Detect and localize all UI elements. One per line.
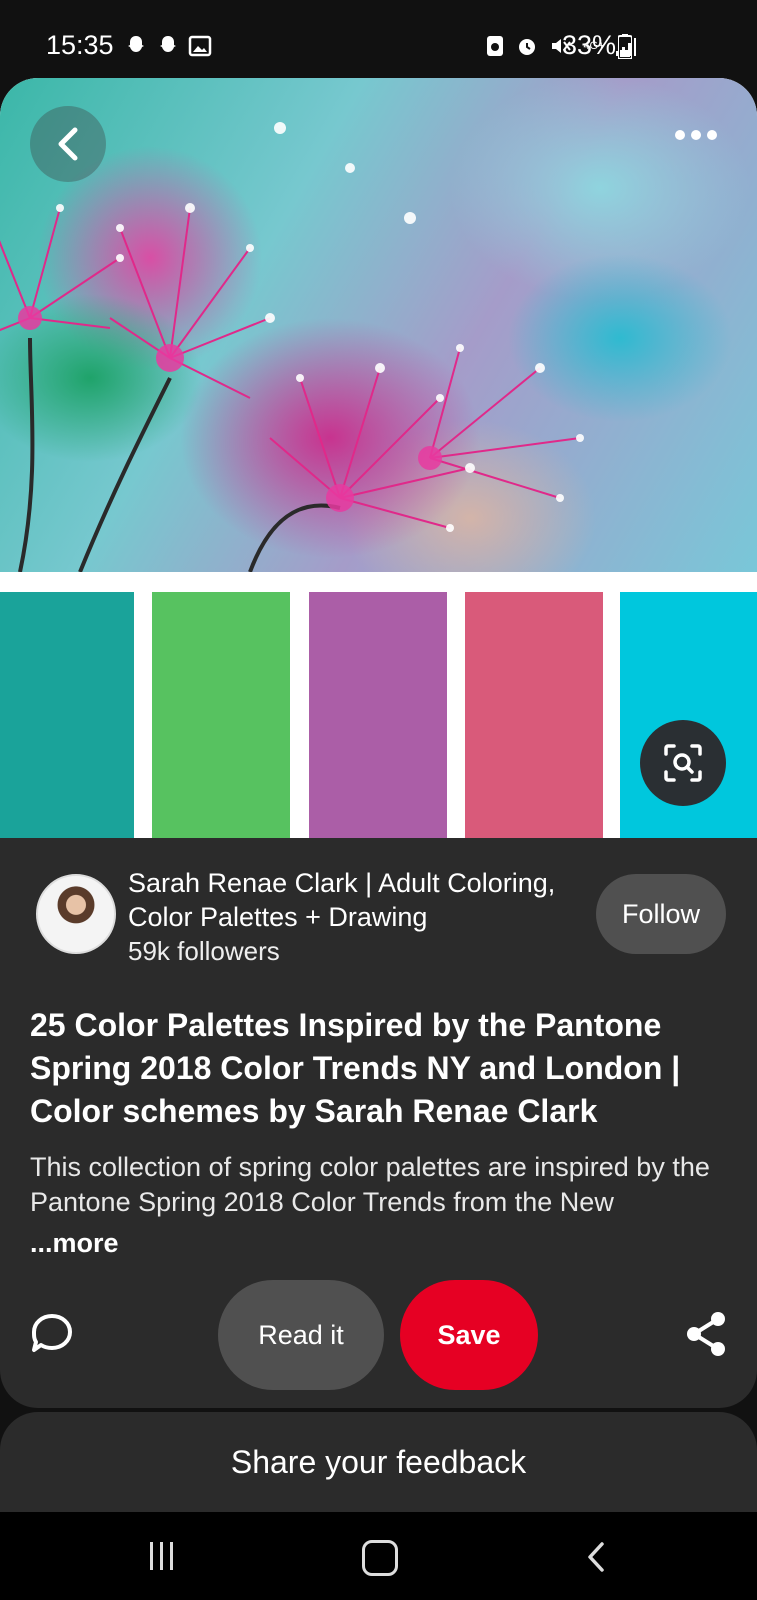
palette-swatch [152, 592, 290, 838]
palette-swatch [465, 592, 603, 838]
palette-swatch [309, 592, 447, 838]
snapchat-icon [128, 36, 144, 52]
chevron-left-icon [58, 127, 78, 161]
battery-icon [618, 34, 632, 59]
more-link[interactable]: ...more [30, 1228, 119, 1259]
status-time: 15:35 [46, 30, 114, 60]
pin-card: Sarah Renae Clark | Adult Coloring, Colo… [0, 78, 757, 1408]
back-button[interactable] [30, 106, 106, 182]
pin-image[interactable] [0, 78, 757, 838]
read-it-button[interactable]: Read it [218, 1280, 384, 1390]
save-button[interactable]: Save [400, 1280, 538, 1390]
follower-count: 59k followers [128, 936, 280, 966]
visual-search-icon [664, 744, 702, 782]
more-dots-icon [675, 130, 685, 140]
pin-description: This collection of spring color palettes… [30, 1152, 710, 1217]
recents-icon [170, 1542, 173, 1570]
more-dots-icon [707, 130, 717, 140]
avatar[interactable] [36, 874, 116, 954]
color-palette [0, 592, 757, 838]
share-feedback-button[interactable]: Share your feedback [0, 1412, 757, 1512]
system-back-button[interactable] [582, 1540, 610, 1574]
recents-icon [160, 1542, 163, 1570]
sim-icon [487, 36, 503, 56]
dandelion-illustration [0, 122, 584, 573]
creator-name[interactable]: Sarah Renae Clark | Adult Coloring, Colo… [128, 866, 588, 934]
pin-title: 25 Color Palettes Inspired by the Panton… [30, 1007, 681, 1129]
visual-search-button[interactable] [640, 720, 726, 806]
image-icon [188, 35, 212, 57]
share-icon[interactable] [684, 1310, 728, 1358]
alarm-icon [519, 39, 535, 55]
recents-icon [150, 1542, 153, 1570]
battery-percent: 33% [562, 30, 617, 60]
more-options-button[interactable] [675, 130, 717, 140]
pin-photo [0, 78, 757, 573]
palette-swatch [0, 592, 134, 838]
follow-button[interactable]: Follow [596, 874, 726, 954]
snapchat-icon [160, 36, 176, 52]
comment-icon[interactable] [28, 1310, 76, 1358]
recents-button[interactable] [150, 1542, 173, 1570]
status-left-icons [124, 34, 212, 58]
creator-row: Sarah Renae Clark | Adult Coloring, Colo… [36, 866, 726, 976]
more-dots-icon [691, 130, 701, 140]
home-button[interactable] [362, 1540, 398, 1576]
system-nav-bar [0, 1512, 757, 1600]
status-bar: 15:35 4G+ 33% [0, 0, 757, 80]
